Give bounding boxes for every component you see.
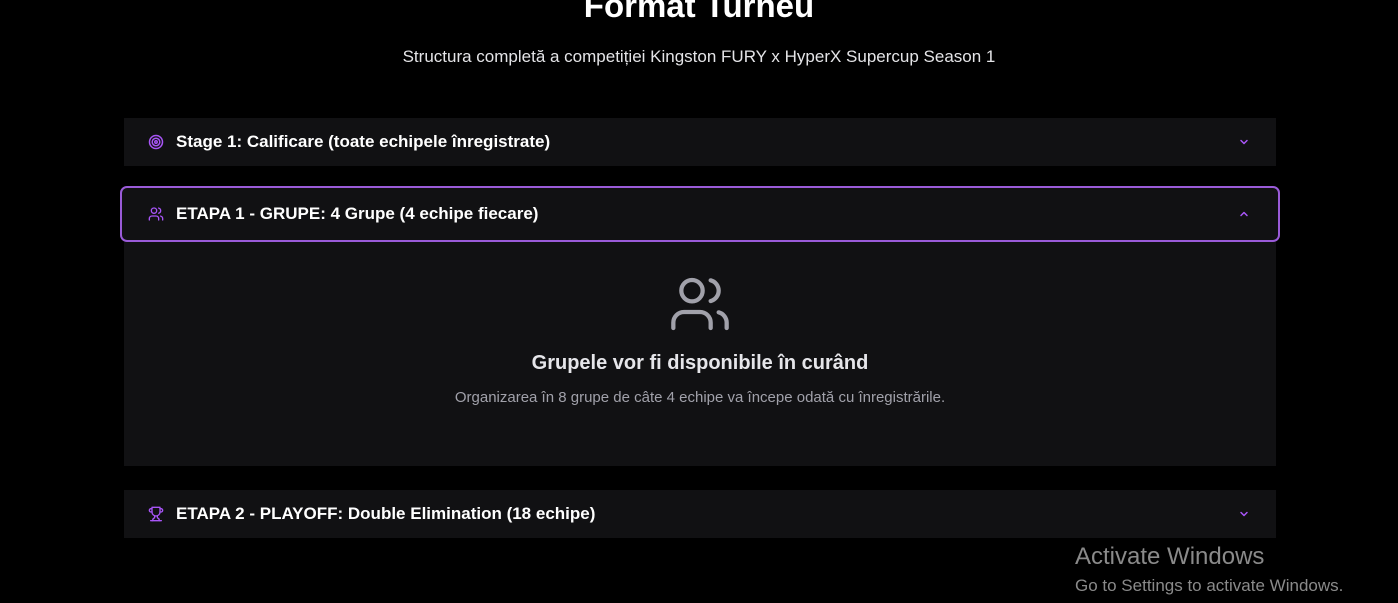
trophy-icon (147, 505, 165, 523)
accordion-panel-groups: Grupele vor fi disponibile în curând Org… (124, 242, 1276, 466)
page-title: Format Turneu (583, 0, 815, 24)
empty-state-description: Organizarea în 8 grupe de câte 4 echipe … (454, 389, 946, 406)
chevron-down-icon[interactable] (1237, 135, 1251, 149)
accordion-stage-1-groups[interactable]: ETAPA 1 - GRUPE: 4 Grupe (4 echipe fieca… (120, 186, 1280, 242)
accordion-label: ETAPA 1 - GRUPE: 4 Grupe (4 echipe fieca… (176, 204, 539, 223)
users-icon (668, 272, 732, 336)
chevron-down-icon[interactable] (1237, 507, 1251, 521)
watermark-title: Activate Windows (1075, 543, 1265, 570)
page-subtitle: Structura completă a competiției Kingsto… (402, 47, 996, 66)
users-icon (147, 205, 165, 223)
accordion-label: ETAPA 2 - PLAYOFF: Double Elimination (1… (176, 504, 596, 523)
empty-state-title: Grupele vor fi disponibile în curând (531, 352, 869, 374)
chevron-up-icon[interactable] (1237, 207, 1251, 221)
accordion-label: Stage 1: Calificare (toate echipele înre… (176, 132, 551, 151)
tournament-format-page: Format Turneu Structura completă a compe… (0, 0, 1398, 603)
accordion-stage-2-playoff[interactable]: ETAPA 2 - PLAYOFF: Double Elimination (1… (124, 490, 1276, 538)
target-icon (147, 133, 165, 151)
watermark-subtitle: Go to Settings to activate Windows. (1075, 576, 1344, 595)
accordion-stage-1-qualification[interactable]: Stage 1: Calificare (toate echipele înre… (124, 118, 1276, 166)
windows-activation-watermark: Activate Windows Go to Settings to activ… (1075, 542, 1343, 597)
